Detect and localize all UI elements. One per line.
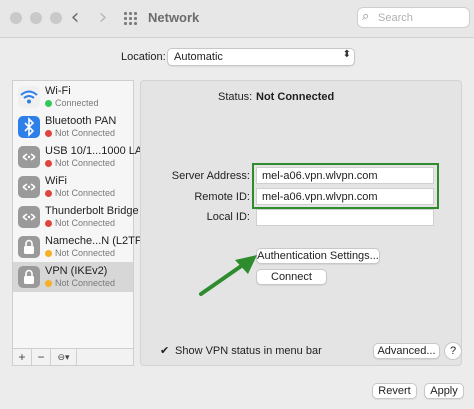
search-icon: ⌕ (362, 9, 370, 24)
lock-icon (18, 236, 40, 258)
server-address-label: Server Address: (171, 170, 250, 182)
service-name: Thunderbolt Bridge (45, 205, 139, 217)
ethernet-icon (18, 176, 40, 198)
annotation-arrow-icon (199, 255, 257, 296)
service-status: Not Connected (55, 128, 116, 138)
zoom-window-button[interactable] (50, 12, 62, 24)
show-vpn-status-checkbox[interactable]: ✔ (160, 345, 172, 357)
status-dot-icon (45, 100, 52, 107)
search-placeholder: Search (378, 12, 413, 24)
apply-button[interactable]: Apply (424, 383, 464, 399)
service-name: Nameche...N (L2TP) (45, 235, 146, 247)
local-id-label: Local ID: (206, 211, 250, 223)
advanced-button[interactable]: Advanced... (373, 343, 440, 359)
status-dot-icon (45, 190, 52, 197)
back-button[interactable]: ‹ (64, 6, 86, 30)
service-status: Not Connected (55, 278, 116, 288)
authentication-settings-button[interactable]: Authentication Settings... (256, 248, 380, 264)
close-window-button[interactable] (10, 12, 22, 24)
service-item[interactable]: WiFi Not Connected (13, 172, 133, 202)
connect-button[interactable]: Connect (256, 269, 327, 285)
status-dot-icon (45, 220, 52, 227)
service-actions-button[interactable]: ⊖▾ (51, 349, 77, 365)
service-item[interactable]: Bluetooth PAN Not Connected (13, 112, 133, 142)
service-name: WiFi (45, 175, 67, 187)
forward-button[interactable]: › (92, 6, 114, 30)
status-dot-icon (45, 160, 52, 167)
service-status: Connected (55, 98, 99, 108)
network-service-list[interactable]: Wi-Fi Connected Bluetooth PAN Not Connected… (12, 80, 150, 349)
status-value: Not Connected (256, 91, 335, 103)
status-dot-icon (45, 280, 52, 287)
window-title: Network (148, 10, 200, 25)
service-item[interactable]: USB 10/1...1000 LAN Not Connected (13, 142, 150, 172)
location-select[interactable]: Automatic ⬍ (167, 48, 355, 66)
highlight-box (252, 163, 439, 209)
search-field[interactable]: ⌕ Search (357, 7, 470, 28)
status-label: Status: (218, 91, 253, 103)
service-list-toolbar: + − ⊖▾ (12, 349, 134, 366)
wifi-icon (18, 86, 40, 108)
show-all-grid-icon[interactable] (124, 12, 137, 25)
show-vpn-status-label: Show VPN status in menu bar (175, 345, 322, 357)
service-status: Not Connected (55, 188, 116, 198)
service-name: USB 10/1...1000 LAN (45, 145, 151, 157)
remove-service-button[interactable]: − (32, 349, 51, 365)
remote-id-label: Remote ID: (194, 191, 250, 203)
service-item[interactable]: Wi-Fi Connected (13, 82, 133, 112)
service-item[interactable]: VPN (IKEv2) Not Connected (13, 262, 133, 292)
lock-icon (18, 266, 40, 288)
service-name: Bluetooth PAN (45, 115, 117, 127)
ethernet-icon (18, 206, 40, 228)
revert-button[interactable]: Revert (372, 383, 417, 399)
service-status: Not Connected (55, 158, 116, 168)
location-value: Automatic (174, 51, 223, 63)
local-id-field[interactable] (256, 209, 434, 226)
service-item[interactable]: Thunderbolt Bridge Not Connected (13, 202, 139, 232)
status-dot-icon (45, 130, 52, 137)
service-status: Not Connected (55, 248, 116, 258)
service-status: Not Connected (55, 218, 116, 228)
service-name: Wi-Fi (45, 85, 71, 97)
help-button[interactable]: ? (444, 342, 462, 360)
service-item[interactable]: Nameche...N (L2TP) Not Connected (13, 232, 146, 262)
status-dot-icon (45, 250, 52, 257)
updown-chevron-icon: ⬍ (342, 49, 351, 60)
ethernet-icon (18, 146, 40, 168)
minimize-window-button[interactable] (30, 12, 42, 24)
service-name: VPN (IKEv2) (45, 265, 108, 277)
add-service-button[interactable]: + (13, 349, 32, 365)
location-label: Location: (121, 51, 166, 63)
bluetooth-icon (18, 116, 40, 138)
